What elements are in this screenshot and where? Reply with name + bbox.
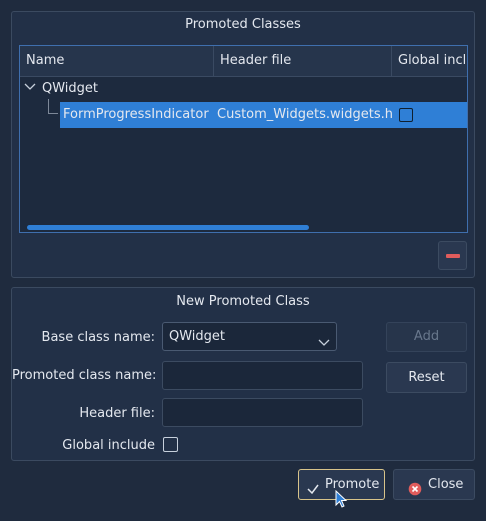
global-include-checkbox[interactable] [163,437,178,452]
promoted-class-name-input[interactable] [162,361,363,390]
reset-button[interactable]: Reset [386,362,467,393]
tree-row-parent[interactable]: QWidget [20,78,467,100]
base-class-label: Base class name: [41,330,155,345]
checkmark-icon [306,478,320,495]
promote-widgets-dialog: { "promoted": { "title": "Promoted Class… [0,0,486,512]
chevron-down-icon[interactable] [24,81,36,93]
column-name[interactable]: Name [20,46,214,76]
promoted-classes-title: Promoted Classes [185,17,301,32]
reset-button-label: Reset [408,370,445,385]
close-icon [408,478,422,496]
promoted-class-name: FormProgressIndicator [63,107,209,122]
tree-row-selected[interactable]: FormProgressIndicator Custom_Widgets.wid… [60,102,467,128]
tree-parent-label: QWidget [42,81,99,96]
add-button[interactable]: Add [386,322,467,352]
tree-header: Name Header file Global inclu [20,46,467,77]
header-file-label: Header file: [79,406,155,421]
minus-icon [446,254,460,258]
scrollbar-thumb[interactable] [27,225,309,230]
promote-button-label: Promote [325,477,380,492]
promoted-class-header: Custom_Widgets.widgets.h [217,107,393,122]
mouse-cursor-icon [335,489,349,510]
tree-branch-line [48,99,58,114]
global-include-row-checkbox[interactable] [399,108,413,122]
promoted-class-name-label: Promoted class name: [12,368,157,383]
close-button[interactable]: Close [393,469,475,500]
column-global-include[interactable]: Global inclu [392,46,467,76]
header-file-input[interactable] [162,398,363,427]
promote-button[interactable]: Promote [298,469,385,508]
base-class-value: QWidget [169,329,226,344]
new-promoted-class-title: New Promoted Class [176,294,310,309]
horizontal-scrollbar[interactable] [20,222,467,232]
new-promoted-class-group: New Promoted Class Base class name: QWid… [11,287,475,461]
base-class-combobox[interactable]: QWidget [162,322,337,351]
global-include-label: Global include [62,438,155,453]
close-button-label: Close [428,477,464,492]
promoted-classes-tree[interactable]: Name Header file Global inclu QWidget Fo… [19,45,468,233]
promoted-classes-group: Promoted Classes Name Header file Global… [11,11,475,278]
add-button-label: Add [413,329,440,344]
remove-promoted-class-button[interactable] [438,241,467,270]
column-header-file[interactable]: Header file [214,46,392,76]
chevron-down-icon [318,331,330,346]
